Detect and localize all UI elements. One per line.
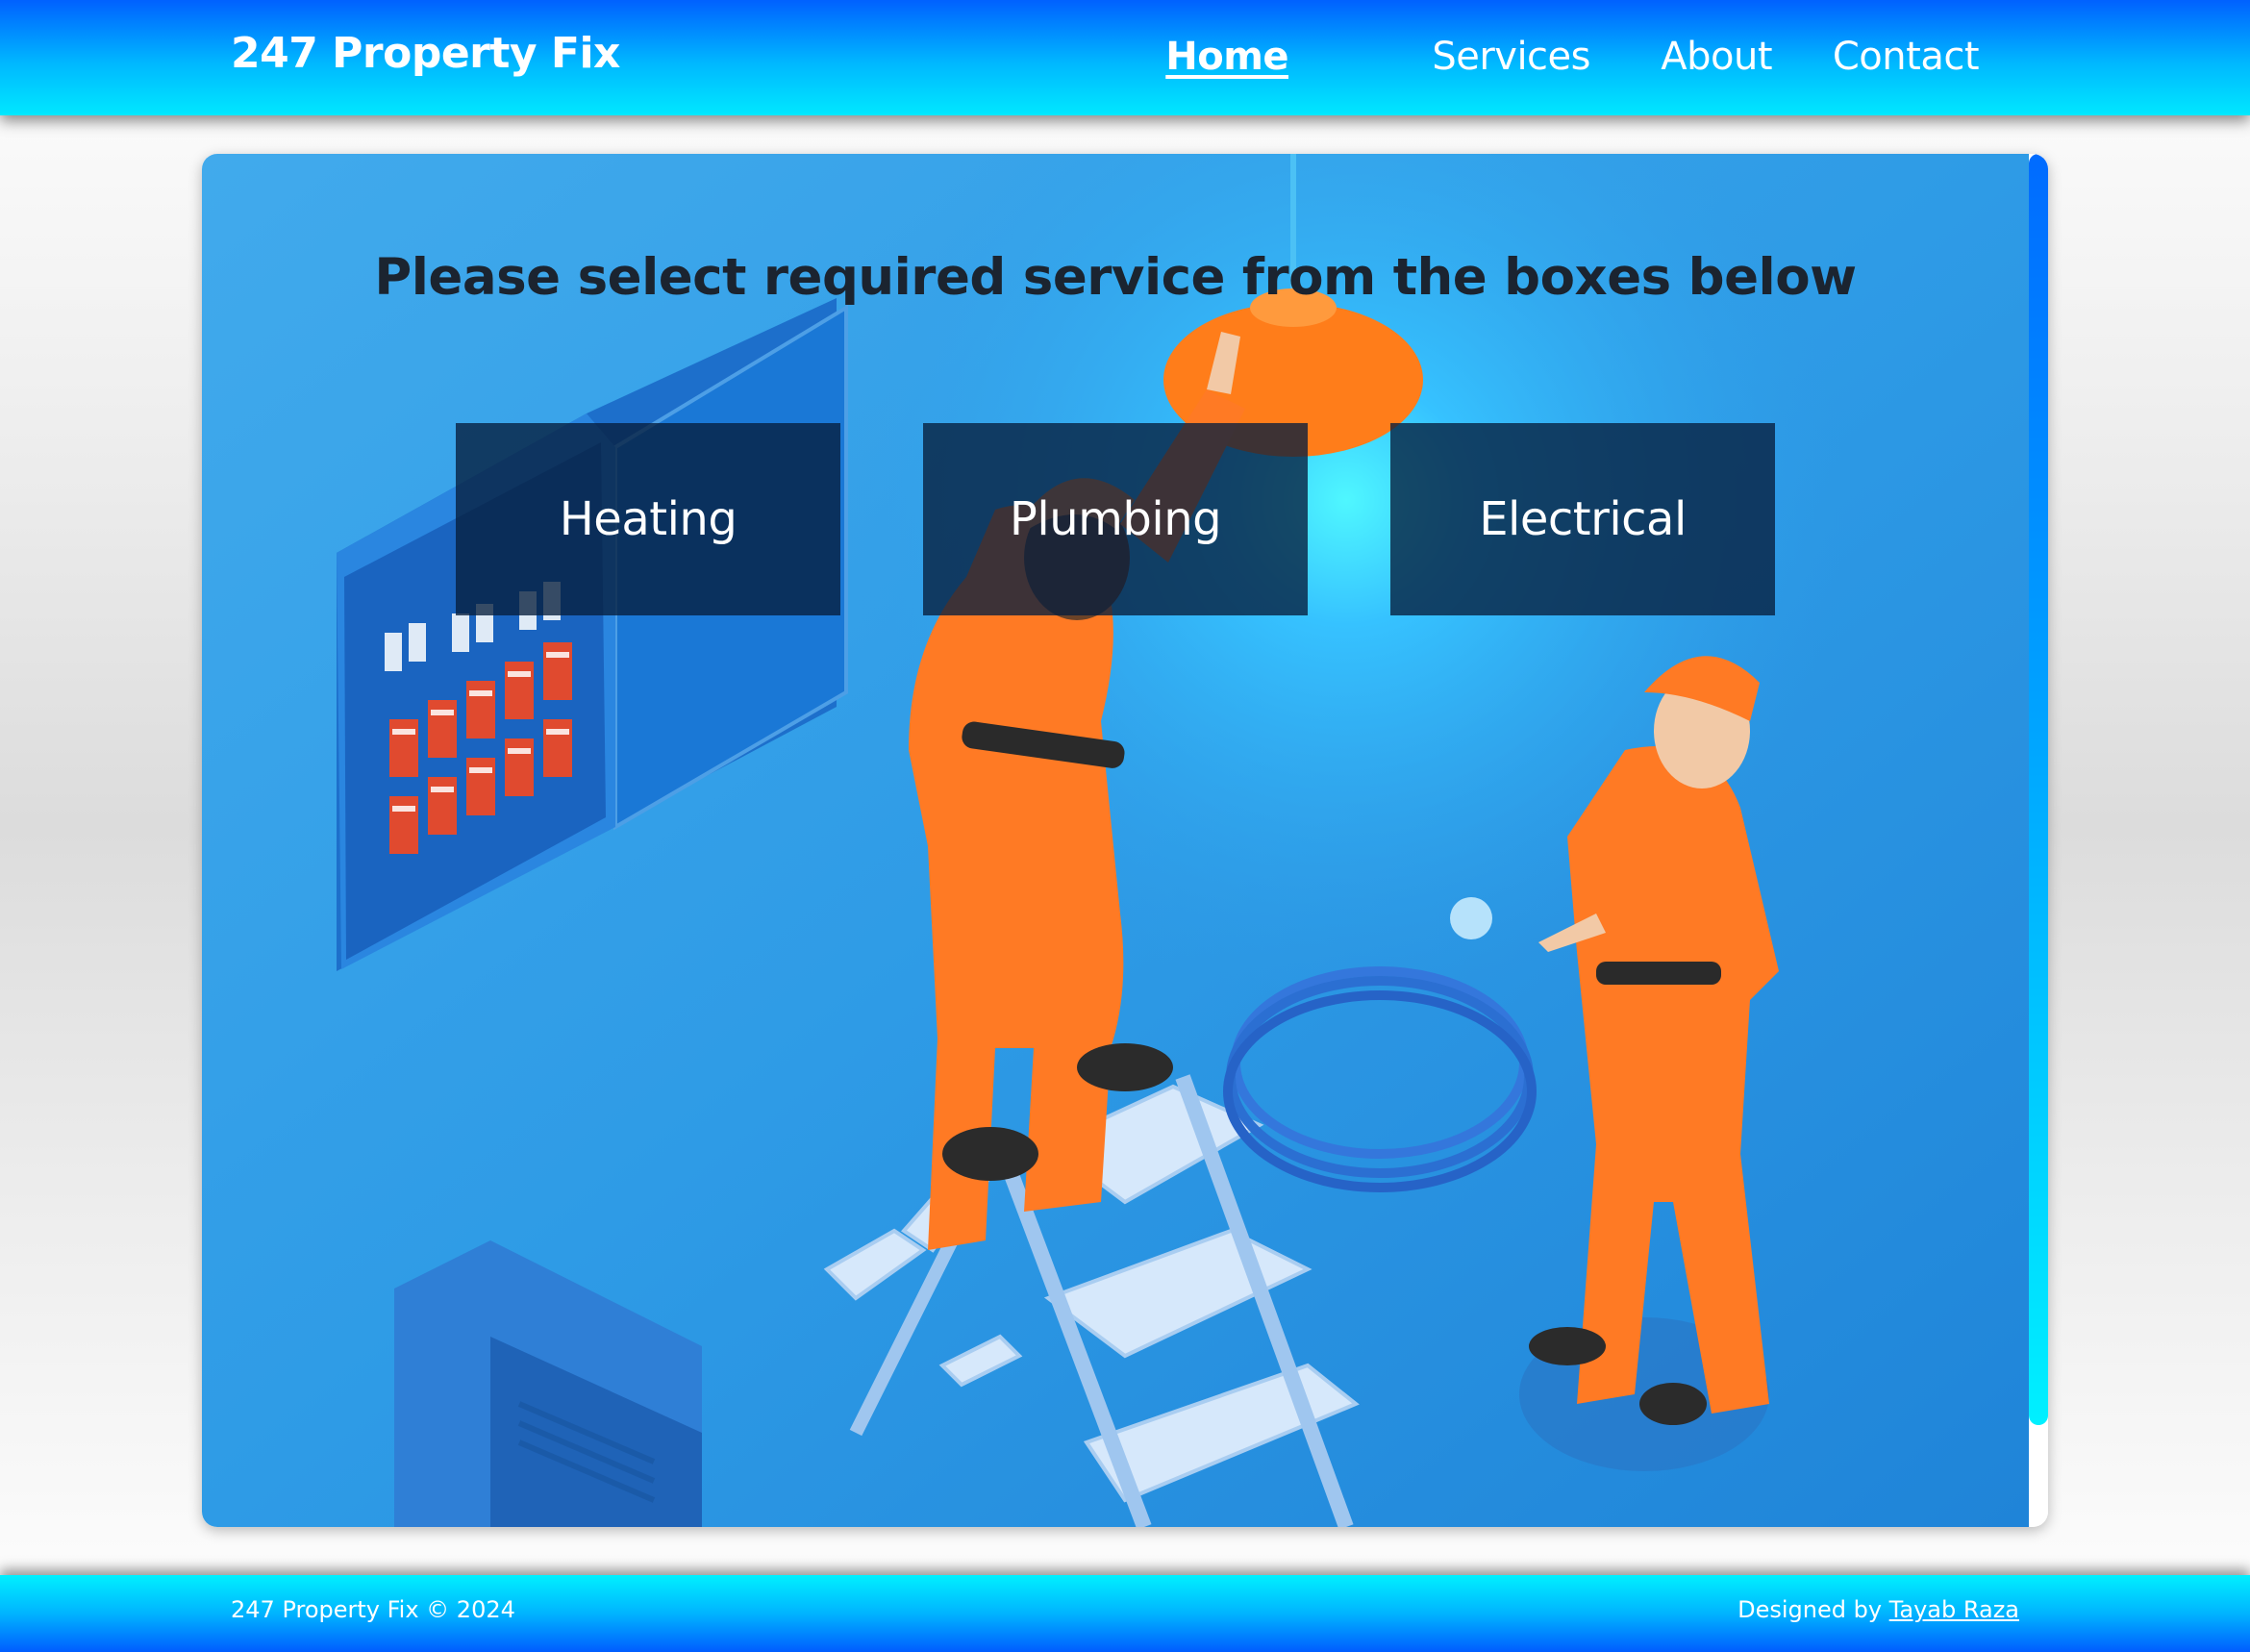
nav-services[interactable]: Services bbox=[1432, 35, 1590, 79]
designer-link[interactable]: Tayab Raza bbox=[1889, 1596, 2019, 1623]
service-box-electrical[interactable]: Electrical bbox=[1390, 423, 1775, 615]
site-header: 247 Property Fix Home Services About Con… bbox=[0, 0, 2250, 115]
site-logo[interactable]: 247 Property Fix bbox=[231, 29, 620, 78]
service-label-electrical: Electrical bbox=[1479, 492, 1687, 546]
service-label-plumbing: Plumbing bbox=[1009, 492, 1222, 546]
scrollbar-thumb[interactable] bbox=[2029, 154, 2048, 1425]
service-selection-panel: Please select required service from the … bbox=[202, 154, 2048, 1527]
service-label-heating: Heating bbox=[559, 492, 738, 546]
copyright-text: 247 Property Fix © 2024 bbox=[231, 1596, 515, 1623]
credit-prefix: Designed by bbox=[1738, 1596, 1883, 1623]
service-box-plumbing[interactable]: Plumbing bbox=[923, 423, 1308, 615]
site-footer: 247 Property Fix © 2024 Designed by Taya… bbox=[0, 1575, 2250, 1652]
nav-about[interactable]: About bbox=[1661, 35, 1772, 79]
service-box-heating[interactable]: Heating bbox=[456, 423, 840, 615]
designer-credit: Designed by Tayab Raza bbox=[1738, 1596, 2019, 1623]
electricians-working-illustration bbox=[202, 154, 2029, 1527]
nav-contact[interactable]: Contact bbox=[1833, 35, 1980, 79]
scrollbar-track[interactable] bbox=[2029, 154, 2048, 1527]
page-title: Please select required service from the … bbox=[374, 248, 1857, 307]
nav-home[interactable]: Home bbox=[1165, 35, 1288, 79]
